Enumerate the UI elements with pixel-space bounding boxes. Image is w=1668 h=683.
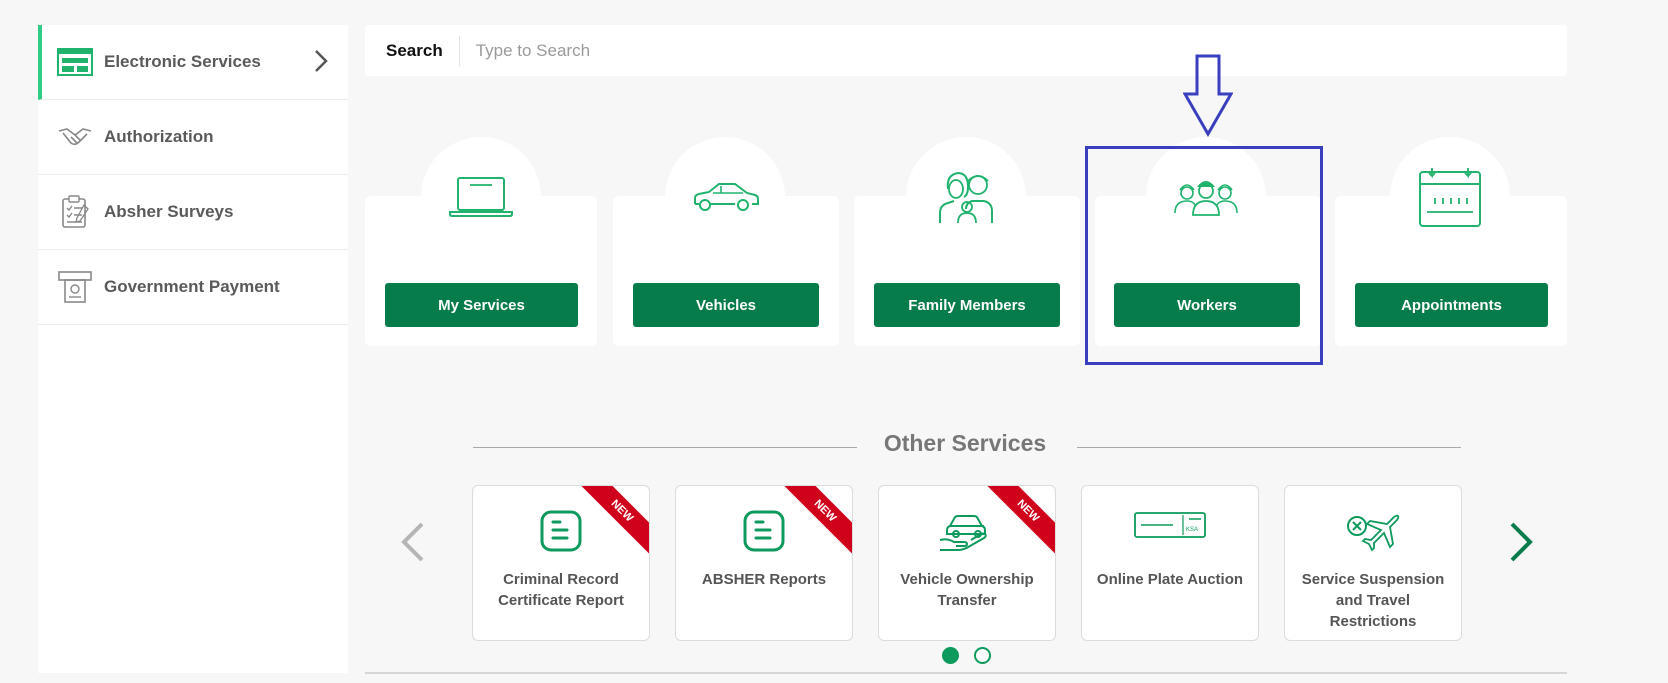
clipboard-icon	[56, 195, 94, 228]
arrow-down-icon	[1182, 54, 1234, 143]
sidebar-item-government-payment[interactable]: Government Payment	[38, 250, 348, 325]
other-service-criminal-record[interactable]: Criminal Record Certificate Report NEW	[472, 485, 650, 641]
carousel-dot-2[interactable]	[974, 647, 991, 664]
other-service-label: ABSHER Reports	[701, 571, 827, 588]
sidebar-item-electronic-services[interactable]: Electronic Services	[38, 25, 348, 100]
other-service-vehicle-ownership-transfer[interactable]: Vehicle Ownership Transfer NEW	[878, 485, 1056, 641]
bottom-divider	[365, 672, 1567, 674]
other-service-absher-reports[interactable]: ABSHER Reports NEW	[675, 485, 853, 641]
atm-payment-icon	[56, 271, 94, 303]
other-service-suspension-travel-restrictions[interactable]: Service Suspension and Travel Restrictio…	[1284, 485, 1462, 641]
other-service-online-plate-auction[interactable]: KSA Online Plate Auction	[1081, 485, 1259, 641]
car-icon[interactable]	[665, 137, 785, 257]
vehicles-button[interactable]: Vehicles	[633, 283, 819, 327]
family-icon[interactable]	[906, 137, 1026, 257]
sidebar-item-label: Government Payment	[104, 277, 280, 296]
carousel-dot-1[interactable]	[942, 647, 959, 664]
other-service-label: Online Plate Auction	[1096, 571, 1244, 588]
sidebar-item-label: Electronic Services	[104, 52, 261, 71]
sidebar-item-authorization[interactable]: Authorization	[38, 100, 348, 175]
sidebar-item-label: Authorization	[104, 127, 214, 146]
divider-right	[1077, 447, 1461, 448]
plate-ksa-text: KSA	[1186, 527, 1198, 533]
search-bar: Search	[365, 25, 1567, 76]
other-service-label: Vehicle Ownership Transfer	[900, 571, 1034, 609]
other-service-label: Criminal Record Certificate Report	[498, 571, 624, 609]
sidebar: Electronic Services Authorization Absher…	[38, 25, 348, 673]
carousel-next-arrow[interactable]	[1510, 522, 1534, 567]
chevron-right-icon	[314, 49, 328, 78]
family-members-button[interactable]: Family Members	[874, 283, 1060, 327]
sidebar-item-label: Absher Surveys	[104, 202, 234, 221]
electronic-services-icon	[56, 46, 94, 78]
search-label: Search	[386, 35, 460, 66]
search-input[interactable]	[473, 39, 1378, 62]
other-service-label: Service Suspension and Travel Restrictio…	[1301, 571, 1445, 630]
other-services-title: Other Services	[883, 430, 1047, 456]
laptop-icon[interactable]	[421, 137, 541, 257]
plane-suspension-icon	[1285, 510, 1461, 552]
divider-left	[473, 447, 857, 448]
license-plate-icon: KSA	[1082, 510, 1258, 540]
sidebar-item-absher-surveys[interactable]: Absher Surveys	[38, 175, 348, 250]
handshake-icon	[56, 121, 94, 153]
my-services-button[interactable]: My Services	[385, 283, 578, 327]
appointments-button[interactable]: Appointments	[1355, 283, 1548, 327]
carousel-prev-arrow[interactable]	[400, 522, 424, 567]
calendar-icon[interactable]	[1390, 137, 1510, 257]
workers-highlight-box	[1085, 146, 1323, 365]
